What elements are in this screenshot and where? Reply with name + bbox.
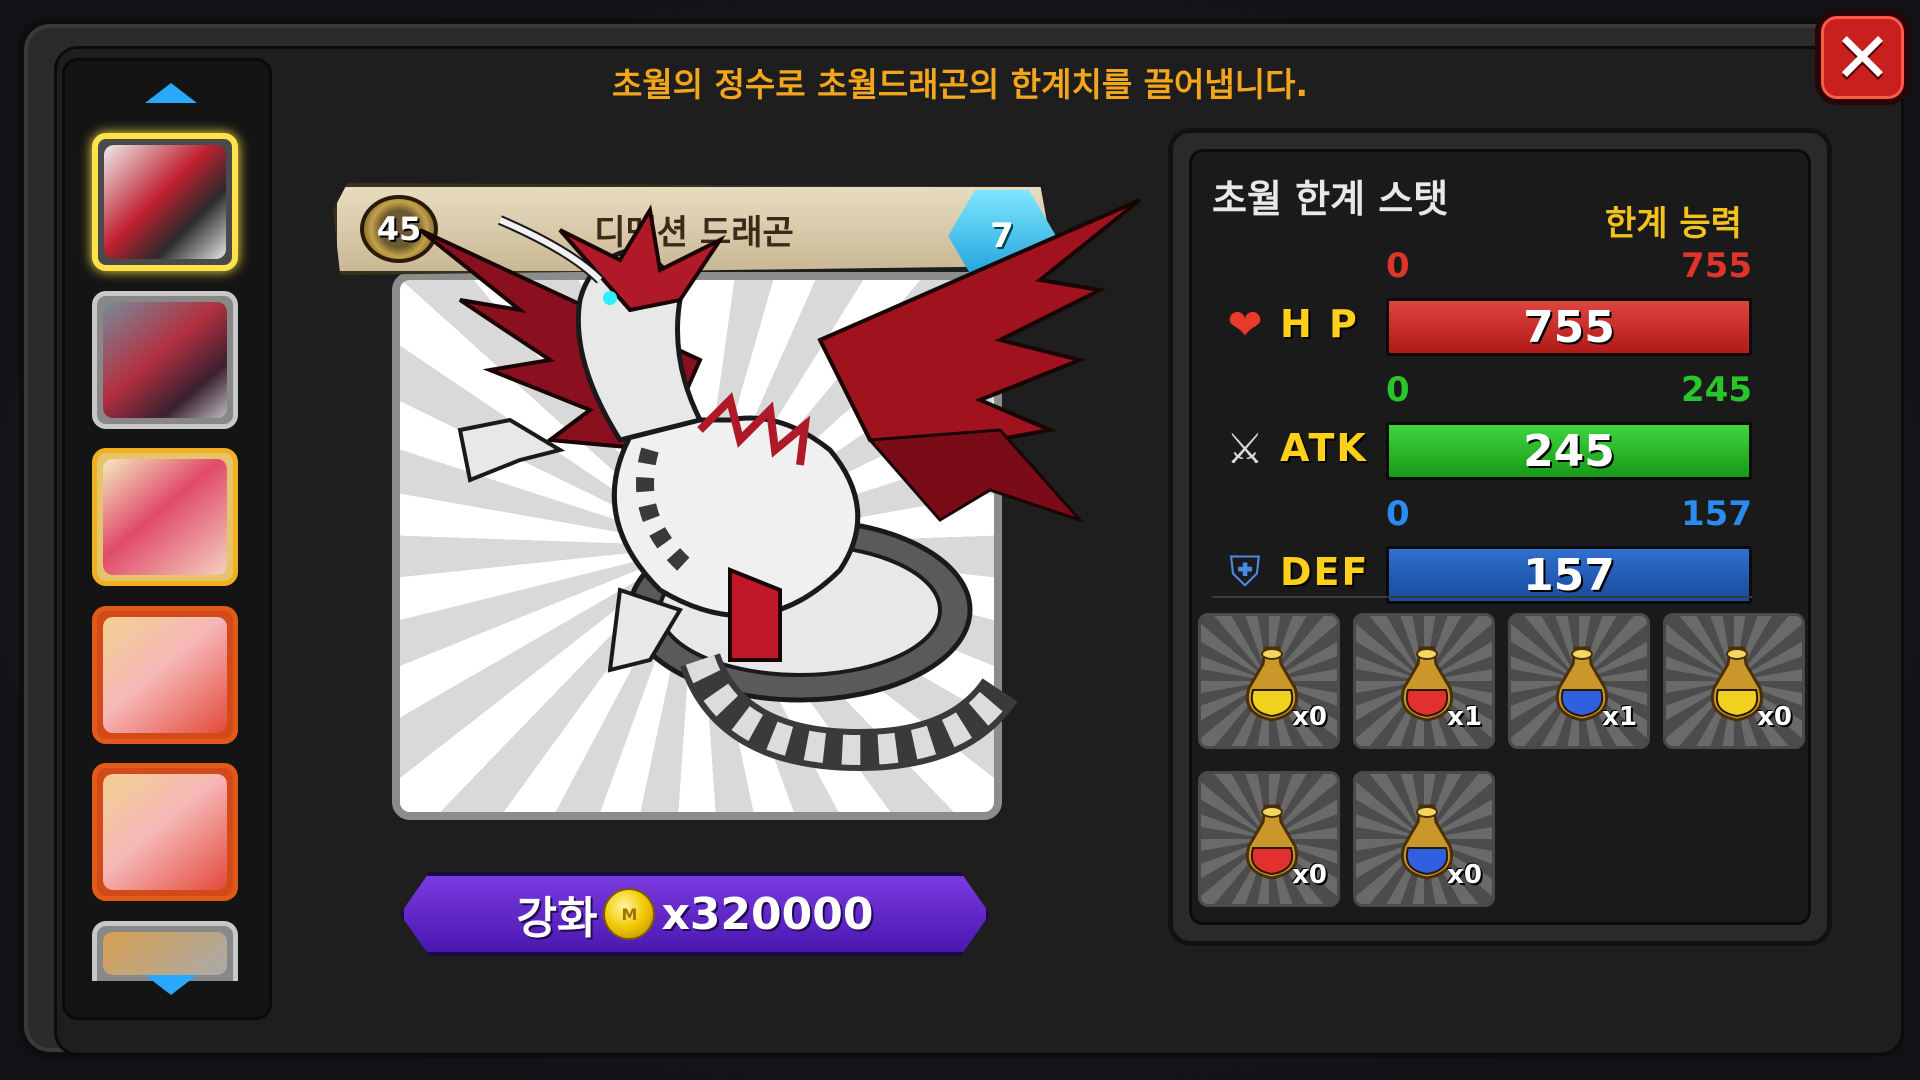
close-button[interactable]: ✕ bbox=[1815, 10, 1910, 105]
atk-max: 245 bbox=[1681, 370, 1752, 410]
hp-bar: 755 bbox=[1386, 298, 1752, 356]
yellow-potion-slot[interactable]: x0 bbox=[1198, 613, 1340, 749]
dragon-thumb[interactable] bbox=[92, 921, 238, 981]
large-blue-potion-slot[interactable]: x0 bbox=[1353, 771, 1495, 907]
yellow-potion-count: x0 bbox=[1292, 702, 1327, 732]
large-red-potion-count: x0 bbox=[1292, 860, 1327, 890]
dragon-thumb[interactable] bbox=[92, 448, 238, 586]
atk-bar: 245 bbox=[1386, 422, 1752, 480]
def-max: 157 bbox=[1681, 494, 1752, 534]
hp-max: 755 bbox=[1681, 246, 1752, 286]
scroll-up-arrow-icon[interactable] bbox=[145, 83, 197, 103]
def-label: DEF bbox=[1280, 550, 1370, 594]
atk-stat-row: 0 245 ⚔ ATK 245 bbox=[1212, 370, 1752, 480]
dragon-thumb[interactable] bbox=[92, 606, 238, 744]
dragon-illustration bbox=[418, 198, 1142, 772]
upgrade-label: 강화 bbox=[516, 893, 598, 944]
large-yellow-potion-count: x0 bbox=[1757, 702, 1792, 732]
dragon-thumb[interactable] bbox=[92, 763, 238, 901]
hp-stat-row: 0 755 ❤ H P 755 bbox=[1212, 246, 1752, 356]
atk-label: ATK bbox=[1280, 426, 1368, 470]
divider bbox=[1212, 596, 1752, 598]
blue-potion-count: x1 bbox=[1602, 702, 1637, 732]
hp-value: 755 bbox=[1523, 301, 1615, 353]
atk-value: 245 bbox=[1523, 425, 1615, 477]
panel-subtitle: 초월의 정수로 초월드래곤의 한계치를 끌어냅니다. bbox=[611, 65, 1309, 104]
hp-min: 0 bbox=[1386, 246, 1410, 286]
crossed-swords-icon: ⚔ bbox=[1226, 423, 1264, 473]
def-value: 157 bbox=[1523, 549, 1615, 601]
stats-title: 초월 한계 스탯 bbox=[1212, 177, 1449, 221]
coin-icon: M bbox=[603, 888, 656, 940]
dragon-list bbox=[62, 58, 272, 1020]
large-yellow-potion-slot[interactable]: x0 bbox=[1663, 613, 1805, 749]
game-screen: 초월의 정수로 초월드래곤의 한계치를 끌어냅니다. ✕ 디멘션 드래곤 45 … bbox=[0, 0, 1920, 1080]
shield-icon: ⛨ bbox=[1229, 547, 1261, 596]
def-min: 0 bbox=[1386, 494, 1410, 534]
scroll-down-arrow-icon[interactable] bbox=[145, 975, 197, 995]
red-potion-slot[interactable]: x1 bbox=[1353, 613, 1495, 749]
heart-icon: ❤ bbox=[1227, 299, 1263, 349]
red-potion-count: x1 bbox=[1447, 702, 1482, 732]
large-blue-potion-count: x0 bbox=[1447, 860, 1482, 890]
atk-min: 0 bbox=[1386, 370, 1410, 410]
blue-potion-slot[interactable]: x1 bbox=[1508, 613, 1650, 749]
hp-label: H P bbox=[1280, 302, 1359, 346]
upgrade-button[interactable]: 강화 M x320000 bbox=[400, 872, 990, 956]
limit-ability-label: 한계 능력 bbox=[1605, 204, 1742, 244]
dragon-thumb-selected[interactable] bbox=[92, 133, 238, 271]
def-stat-row: 0 157 ⛨ DEF 157 bbox=[1212, 494, 1752, 604]
upgrade-cost: x320000 bbox=[661, 888, 874, 940]
large-red-potion-slot[interactable]: x0 bbox=[1198, 771, 1340, 907]
dragon-thumb[interactable] bbox=[92, 291, 238, 429]
close-icon: ✕ bbox=[1833, 16, 1892, 99]
